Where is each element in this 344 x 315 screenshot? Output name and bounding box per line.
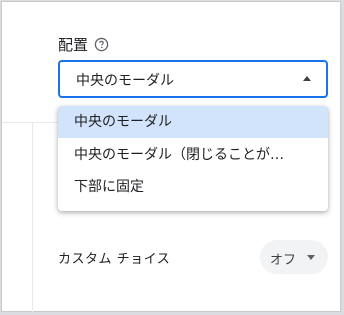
custom-choice-label: カスタム チョイス [58, 252, 171, 267]
placement-label: 配置 [58, 36, 89, 54]
placement-option-center-modal-dismissible[interactable]: 中央のモーダル（閉じることが… [58, 139, 328, 171]
placement-select-value: 中央のモーダル [76, 73, 174, 89]
help-circle-icon[interactable] [94, 37, 109, 52]
caret-down-icon [307, 255, 315, 260]
settings-panel: 配置 中央のモーダル 中央のモーダル 中央のモーダル（閉じることが… 下部に固定… [1, 1, 341, 312]
placement-option-bottom-fixed[interactable]: 下部に固定 [58, 171, 328, 203]
placement-dropdown-menu: 中央のモーダル 中央のモーダル（閉じることが… 下部に固定 [58, 106, 328, 211]
placement-option-center-modal[interactable]: 中央のモーダル [58, 106, 328, 138]
placement-section-label: 配置 [58, 34, 109, 55]
divider-horizontal [2, 122, 60, 123]
custom-choice-toggle[interactable]: オフ [260, 240, 328, 274]
caret-up-icon [303, 76, 311, 81]
custom-choice-value: オフ [270, 253, 297, 268]
placement-select[interactable]: 中央のモーダル [58, 60, 328, 98]
divider-vertical [32, 122, 33, 312]
